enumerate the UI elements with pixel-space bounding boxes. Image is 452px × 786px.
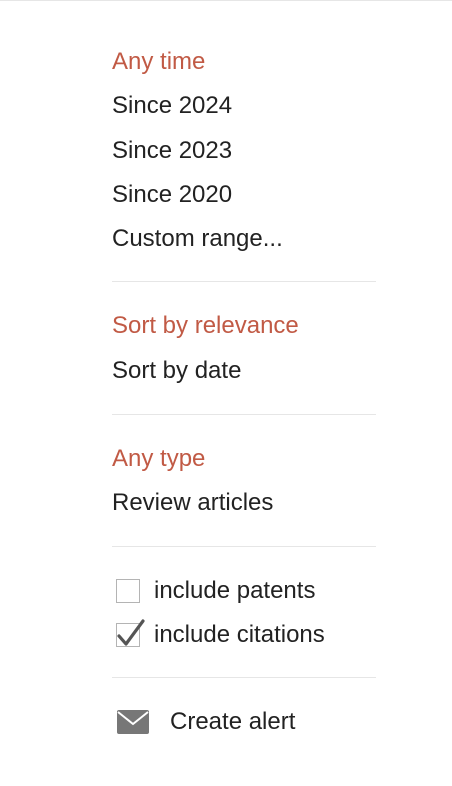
sort-group: Sort by relevance Sort by date bbox=[112, 304, 376, 393]
include-citations-checkbox[interactable] bbox=[116, 619, 145, 647]
top-border bbox=[0, 0, 452, 1]
type-filter-review-articles[interactable]: Review articles bbox=[112, 481, 376, 525]
time-filter-since-2024[interactable]: Since 2024 bbox=[112, 84, 376, 128]
include-citations-option[interactable]: include citations bbox=[112, 613, 376, 657]
include-citations-label: include citations bbox=[154, 620, 325, 648]
time-filter-any-time[interactable]: Any time bbox=[112, 40, 376, 84]
sort-by-date[interactable]: Sort by date bbox=[112, 349, 376, 393]
include-patents-option[interactable]: include patents bbox=[112, 569, 376, 613]
options-group: include patents include citations bbox=[112, 569, 376, 657]
sort-by-relevance[interactable]: Sort by relevance bbox=[112, 304, 376, 348]
time-filter-since-2023[interactable]: Since 2023 bbox=[112, 129, 376, 173]
checkmark-icon bbox=[117, 619, 145, 646]
search-filter-sidebar: Any time Since 2024 Since 2023 Since 202… bbox=[112, 40, 376, 744]
time-filter-since-2020[interactable]: Since 2020 bbox=[112, 173, 376, 217]
envelope-icon bbox=[117, 709, 149, 734]
include-patents-label: include patents bbox=[154, 576, 316, 604]
divider bbox=[112, 545, 376, 547]
divider bbox=[112, 414, 376, 416]
type-filter-any-type[interactable]: Any type bbox=[112, 437, 376, 481]
divider bbox=[112, 676, 376, 678]
include-patents-checkbox[interactable] bbox=[116, 578, 140, 603]
type-filter-group: Any type Review articles bbox=[112, 437, 376, 526]
time-filter-custom-range[interactable]: Custom range... bbox=[112, 217, 376, 261]
create-alert-label: Create alert bbox=[170, 707, 296, 735]
time-filter-group: Any time Since 2024 Since 2023 Since 202… bbox=[112, 40, 376, 261]
divider bbox=[112, 281, 376, 283]
create-alert-button[interactable]: Create alert bbox=[112, 700, 376, 744]
